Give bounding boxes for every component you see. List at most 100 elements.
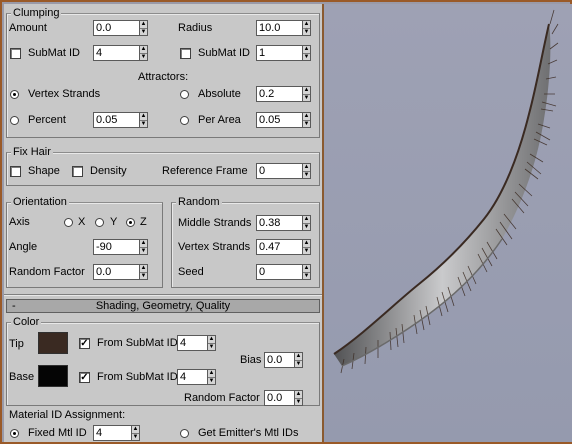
bias-field[interactable]: 0.0 xyxy=(264,352,294,368)
spinner-down-icon[interactable]: ▼ xyxy=(303,271,310,280)
reference-frame-spinner-arrows[interactable]: ▲ ▼ xyxy=(302,163,311,179)
axis-z-radio[interactable] xyxy=(126,218,135,227)
clumping-legend: Clumping xyxy=(11,6,62,20)
axis-x-radio[interactable] xyxy=(64,218,73,227)
radius-field[interactable]: 10.0 xyxy=(256,20,302,36)
shading-geometry-quality-rollout[interactable]: - Shading, Geometry, Quality xyxy=(6,299,320,313)
spinner-down-icon[interactable]: ▼ xyxy=(295,397,302,406)
color-random-factor-field[interactable]: 0.0 xyxy=(264,390,294,406)
angle-spinner-arrows[interactable]: ▲ ▼ xyxy=(139,239,148,255)
bias-spinner-arrows[interactable]: ▲ ▼ xyxy=(294,352,303,368)
radius-spinner[interactable]: 10.0 ▲ ▼ xyxy=(256,20,311,36)
spinner-down-icon[interactable]: ▼ xyxy=(140,119,147,128)
fixed-mtl-id-spinner-arrows[interactable]: ▲ ▼ xyxy=(131,425,140,441)
amount-field[interactable]: 0.0 xyxy=(93,20,139,36)
random-vertex-strands-spinner-arrows[interactable]: ▲ ▼ xyxy=(302,239,311,255)
tip-color-swatch[interactable] xyxy=(38,332,68,354)
spinner-down-icon[interactable]: ▼ xyxy=(303,93,310,102)
check-icon: ✓ xyxy=(80,372,89,383)
per-area-radio[interactable] xyxy=(180,116,189,125)
submat-id-checkbox-2[interactable] xyxy=(180,48,191,59)
middle-strands-field[interactable]: 0.38 xyxy=(256,215,302,231)
shape-checkbox[interactable] xyxy=(10,166,21,177)
random-vertex-strands-field[interactable]: 0.47 xyxy=(256,239,302,255)
per-area-spinner[interactable]: 0.05 ▲ ▼ xyxy=(256,112,311,128)
submat-id-label-2: SubMat ID xyxy=(198,47,250,59)
spinner-down-icon[interactable]: ▼ xyxy=(132,432,139,441)
random-vertex-strands-spinner[interactable]: 0.47 ▲ ▼ xyxy=(256,239,311,255)
per-area-field[interactable]: 0.05 xyxy=(256,112,302,128)
fixed-mtl-id-field[interactable]: 4 xyxy=(93,425,131,441)
per-area-spinner-arrows[interactable]: ▲ ▼ xyxy=(302,112,311,128)
spinner-down-icon[interactable]: ▼ xyxy=(140,271,147,280)
base-submat-spinner[interactable]: 4 ▲ ▼ xyxy=(177,369,216,385)
submat-id-spinner-arrows-1[interactable]: ▲ ▼ xyxy=(139,45,148,61)
angle-spinner[interactable]: -90 ▲ ▼ xyxy=(93,239,148,255)
base-color-swatch[interactable] xyxy=(38,365,68,387)
color-random-factor-spinner-arrows[interactable]: ▲ ▼ xyxy=(294,390,303,406)
radius-label: Radius xyxy=(178,22,213,34)
angle-field[interactable]: -90 xyxy=(93,239,139,255)
tip-submat-spinner[interactable]: 4 ▲ ▼ xyxy=(177,335,216,351)
spinner-down-icon[interactable]: ▼ xyxy=(303,170,310,179)
bias-spinner[interactable]: 0.0 ▲ ▼ xyxy=(264,352,303,368)
submat-id-spinner-2[interactable]: 1 ▲ ▼ xyxy=(256,45,311,61)
orientation-random-factor-spinner-arrows[interactable]: ▲ ▼ xyxy=(139,264,148,280)
submat-id-field-2[interactable]: 1 xyxy=(256,45,302,61)
amount-spinner[interactable]: 0.0 ▲ ▼ xyxy=(93,20,148,36)
spinner-down-icon[interactable]: ▼ xyxy=(303,119,310,128)
base-submat-spinner-arrows[interactable]: ▲ ▼ xyxy=(207,369,216,385)
base-submat-field[interactable]: 4 xyxy=(177,369,207,385)
vertex-strands-radio[interactable] xyxy=(10,90,19,99)
middle-strands-spinner[interactable]: 0.38 ▲ ▼ xyxy=(256,215,311,231)
reference-frame-field[interactable]: 0 xyxy=(256,163,302,179)
density-checkbox[interactable] xyxy=(72,166,83,177)
spinner-down-icon[interactable]: ▼ xyxy=(208,342,215,351)
spinner-down-icon[interactable]: ▼ xyxy=(140,27,147,36)
random-legend: Random xyxy=(176,195,222,209)
spinner-down-icon[interactable]: ▼ xyxy=(295,359,302,368)
get-emitter-mtl-ids-radio[interactable] xyxy=(180,429,189,438)
spinner-down-icon[interactable]: ▼ xyxy=(140,52,147,61)
orientation-random-factor-spinner[interactable]: 0.0 ▲ ▼ xyxy=(93,264,148,280)
absolute-radio[interactable] xyxy=(180,90,189,99)
random-vertex-strands-label: Vertex Strands xyxy=(178,241,251,253)
density-label: Density xyxy=(90,165,127,177)
fixed-mtl-id-radio[interactable] xyxy=(10,429,19,438)
material-id-assignment-label: Material ID Assignment: xyxy=(9,409,126,421)
tip-submat-field[interactable]: 4 xyxy=(177,335,207,351)
submat-id-spinner-1[interactable]: 4 ▲ ▼ xyxy=(93,45,148,61)
submat-id-checkbox-1[interactable] xyxy=(10,48,21,59)
axis-x-label: X xyxy=(78,216,86,228)
spinner-down-icon[interactable]: ▼ xyxy=(303,27,310,36)
radius-spinner-arrows[interactable]: ▲ ▼ xyxy=(302,20,311,36)
base-from-submat-checkbox[interactable]: ✓ xyxy=(79,372,90,383)
spinner-down-icon[interactable]: ▼ xyxy=(140,246,147,255)
spinner-down-icon[interactable]: ▼ xyxy=(303,246,310,255)
percent-spinner-arrows[interactable]: ▲ ▼ xyxy=(139,112,148,128)
orientation-random-factor-field[interactable]: 0.0 xyxy=(93,264,139,280)
percent-radio[interactable] xyxy=(10,116,19,125)
spinner-down-icon[interactable]: ▼ xyxy=(303,52,310,61)
reference-frame-spinner[interactable]: 0 ▲ ▼ xyxy=(256,163,311,179)
color-random-factor-spinner[interactable]: 0.0 ▲ ▼ xyxy=(264,390,303,406)
absolute-field[interactable]: 0.2 xyxy=(256,86,302,102)
tip-from-submat-checkbox[interactable]: ✓ xyxy=(79,338,90,349)
amount-spinner-arrows[interactable]: ▲ ▼ xyxy=(139,20,148,36)
tip-submat-spinner-arrows[interactable]: ▲ ▼ xyxy=(207,335,216,351)
percent-spinner[interactable]: 0.05 ▲ ▼ xyxy=(93,112,148,128)
submat-id-spinner-arrows-2[interactable]: ▲ ▼ xyxy=(302,45,311,61)
spinner-down-icon[interactable]: ▼ xyxy=(208,376,215,385)
absolute-spinner[interactable]: 0.2 ▲ ▼ xyxy=(256,86,311,102)
spinner-down-icon[interactable]: ▼ xyxy=(303,222,310,231)
fixed-mtl-id-spinner[interactable]: 4 ▲ ▼ xyxy=(93,425,140,441)
seed-field[interactable]: 0 xyxy=(256,264,302,280)
seed-spinner-arrows[interactable]: ▲ ▼ xyxy=(302,264,311,280)
percent-field[interactable]: 0.05 xyxy=(93,112,139,128)
seed-spinner[interactable]: 0 ▲ ▼ xyxy=(256,264,311,280)
axis-y-radio[interactable] xyxy=(95,218,104,227)
render-viewport[interactable] xyxy=(324,4,572,442)
middle-strands-spinner-arrows[interactable]: ▲ ▼ xyxy=(302,215,311,231)
submat-id-field-1[interactable]: 4 xyxy=(93,45,139,61)
absolute-spinner-arrows[interactable]: ▲ ▼ xyxy=(302,86,311,102)
